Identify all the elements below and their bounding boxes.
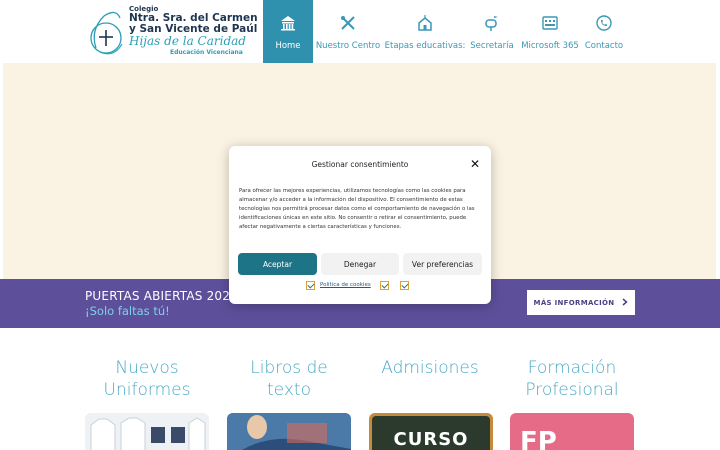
site-header: Colegio Ntra. Sra. del Carmen y San Vice… xyxy=(0,0,720,63)
card-title-line: Admisiones xyxy=(381,358,479,378)
chevron-right-icon xyxy=(622,297,629,308)
nav-label: Home xyxy=(275,41,301,51)
dialog-title: Gestionar consentimiento xyxy=(311,160,409,169)
banner-subtitle: ¡Solo faltas tú! xyxy=(85,304,170,318)
tools-icon xyxy=(339,14,357,32)
logo-script: Hijas de la Caridad xyxy=(129,34,246,48)
more-info-label: MÁS INFORMACIÓN xyxy=(533,298,615,307)
nav-item-etapas-educativas[interactable]: Etapas educativas: xyxy=(383,0,467,63)
card-admissions-image[interactable]: CURSO xyxy=(369,413,493,450)
school-bell-icon xyxy=(416,14,434,32)
nav-item-secretaria[interactable]: Secretaría xyxy=(467,0,517,63)
card-title-line: Nuevos xyxy=(115,358,179,378)
banner-title: PUERTAS ABIERTAS 2026 xyxy=(85,289,238,303)
deny-button[interactable]: Denegar xyxy=(321,253,399,275)
nav-item-microsoft-365[interactable]: Microsoft 365 xyxy=(517,0,583,63)
card-fp-image-text: FP xyxy=(520,427,557,450)
nav-item-nuestro-centro[interactable]: Nuestro Centro xyxy=(313,0,383,63)
logo-emblem-icon xyxy=(90,11,123,55)
card-admissions-image-text: CURSO xyxy=(393,429,469,450)
logo-subtitle: Educación Vicenciana xyxy=(170,49,243,56)
card-fp-title[interactable]: Formación Profesional xyxy=(510,357,634,401)
close-icon[interactable]: ✕ xyxy=(470,158,480,170)
school-building-icon xyxy=(279,14,297,32)
nav-label: Contacto xyxy=(584,41,624,51)
nav-item-contacto[interactable]: Contacto xyxy=(583,0,625,63)
card-textbooks-title[interactable]: Libros de texto xyxy=(226,357,352,401)
card-textbooks-image[interactable] xyxy=(227,413,351,450)
phone-icon xyxy=(595,14,613,32)
nav-label: Nuestro Centro xyxy=(315,41,381,51)
card-title-line: Formación xyxy=(527,358,617,378)
nav-item-home[interactable]: Home xyxy=(263,0,313,63)
checkbox-icon[interactable] xyxy=(400,281,409,290)
dialog-links: Política de cookies xyxy=(229,280,491,292)
cookie-consent-dialog: Gestionar consentimiento ✕ Para ofrecer … xyxy=(229,146,491,304)
nav-label: Microsoft 365 xyxy=(521,41,579,51)
card-title-line: Profesional xyxy=(525,380,619,400)
accept-button[interactable]: Aceptar xyxy=(238,253,317,275)
more-info-button[interactable]: MÁS INFORMACIÓN xyxy=(527,290,635,315)
card-uniforms-image[interactable] xyxy=(85,413,209,450)
view-preferences-button[interactable]: Ver preferencias xyxy=(403,253,482,275)
nav-label: Secretaría xyxy=(470,41,514,51)
keyboard-icon xyxy=(541,14,559,32)
card-title-line: Libros de texto xyxy=(250,358,328,400)
mailbox-icon xyxy=(483,14,501,32)
card-fp-image[interactable]: FP xyxy=(510,413,634,450)
cookie-policy-link[interactable]: Política de cookies xyxy=(320,282,371,288)
main-nav: Home Nuestro Centro Etapas educativas: S… xyxy=(263,0,625,63)
card-uniforms-title[interactable]: Nuevos Uniformes xyxy=(85,357,209,401)
card-title-line: Uniformes xyxy=(103,380,191,400)
card-admissions-title[interactable]: Admisiones xyxy=(368,357,492,379)
page: Colegio Ntra. Sra. del Carmen y San Vice… xyxy=(0,0,720,450)
dialog-text: Para ofrecer las mejores experiencias, u… xyxy=(239,188,475,230)
checkbox-icon[interactable] xyxy=(306,281,315,290)
nav-label: Etapas educativas: xyxy=(384,41,466,51)
site-logo[interactable]: Colegio Ntra. Sra. del Carmen y San Vice… xyxy=(86,4,258,62)
checkbox-icon[interactable] xyxy=(380,281,389,290)
